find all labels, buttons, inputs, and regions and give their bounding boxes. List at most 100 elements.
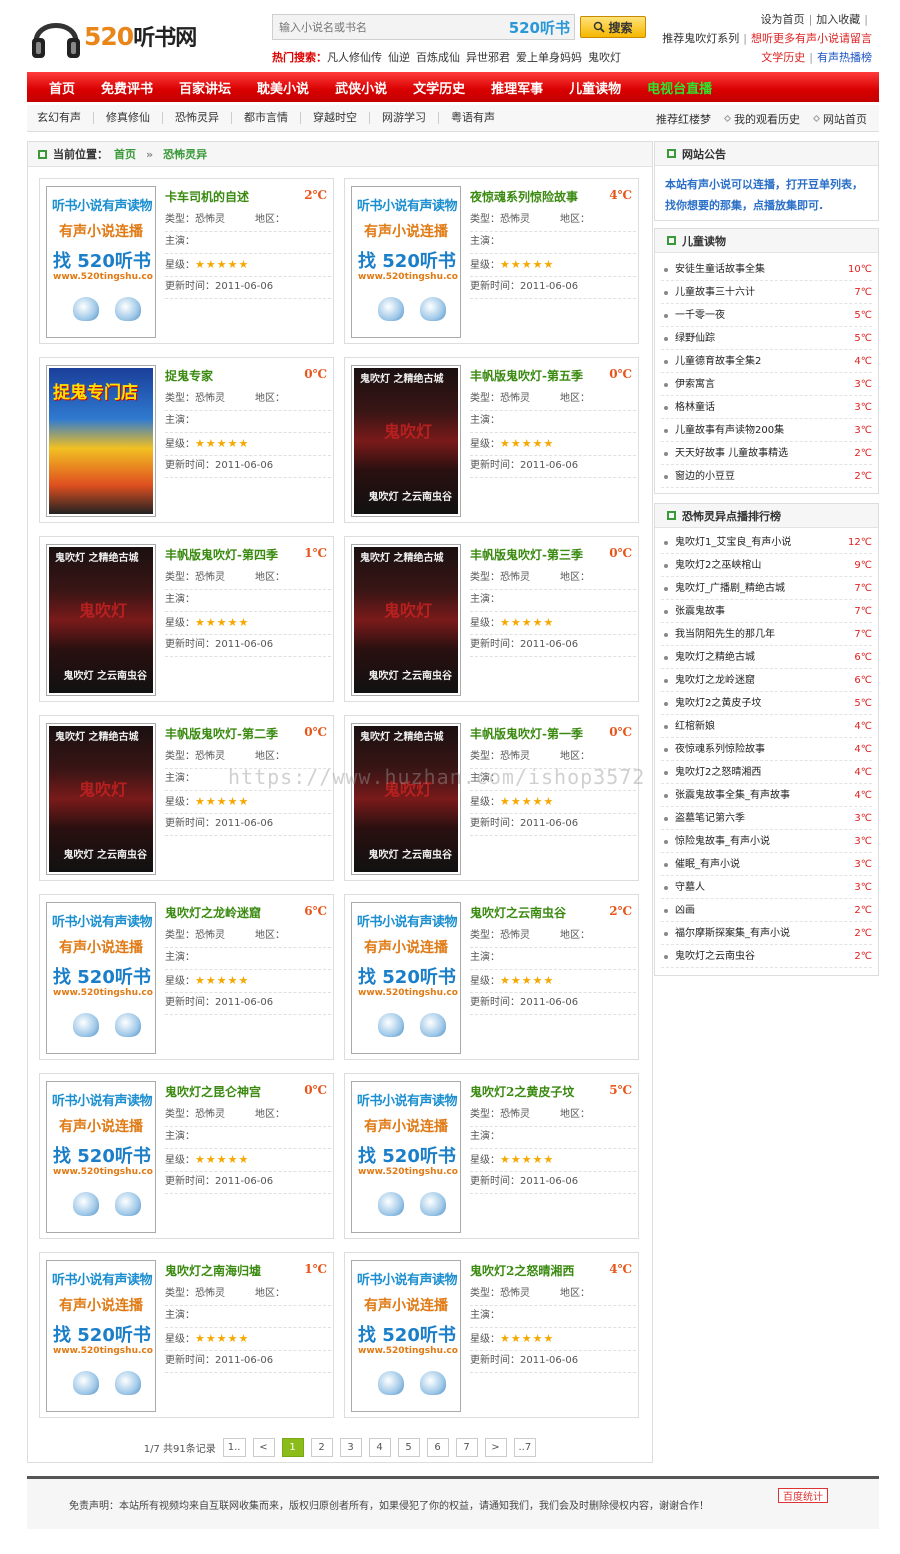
subnav-item[interactable]: 玄幻有声 [27, 112, 94, 124]
item-cover[interactable]: 鬼吹灯 之精绝古城 鬼吹灯 鬼吹灯 之云南虫谷 [46, 544, 156, 696]
sidebar-list-item[interactable]: 张震鬼故事 7℃ [661, 600, 872, 623]
item-title[interactable]: 鬼吹灯之昆仑神宫 [165, 1083, 261, 1100]
item-cover[interactable]: 鬼吹灯 之精绝古城 鬼吹灯 鬼吹灯 之云南虫谷 [351, 723, 461, 875]
set-home-link[interactable]: 设为首页 [761, 13, 805, 26]
pager-page[interactable]: 5 [397, 1437, 420, 1457]
sidebar-list-item[interactable]: 儿童德育故事全集2 4℃ [661, 350, 872, 373]
hot-keyword[interactable]: 爱上单身妈妈 [516, 51, 582, 64]
subnav-item[interactable]: 粤语有声 [439, 112, 507, 124]
sidebar-list-item[interactable]: 鬼吹灯2之怒晴湘西 4℃ [661, 761, 872, 784]
hot-keyword[interactable]: 异世邪君 [466, 51, 510, 64]
item-card[interactable]: 鬼吹灯 之精绝古城 鬼吹灯 鬼吹灯 之云南虫谷 丰帆版鬼吹灯-第二季 0℃ 类型：恐怖灵地… [39, 715, 334, 881]
item-cover[interactable]: 捉鬼专门店 [46, 365, 156, 517]
favorite-link[interactable]: 加入收藏 [816, 13, 860, 26]
item-card[interactable]: 鬼吹灯 之精绝古城 鬼吹灯 鬼吹灯 之云南虫谷 丰帆版鬼吹灯-第三季 0℃ 类型：恐怖灵地… [344, 536, 639, 702]
item-title[interactable]: 丰帆版鬼吹灯-第一季 [470, 725, 583, 742]
history-link[interactable]: 文学历史 [761, 51, 805, 64]
subnav-item[interactable]: 网游学习 [370, 112, 439, 124]
nav-item[interactable]: 免费评书 [87, 78, 165, 97]
sidebar-list-item[interactable]: 鬼吹灯2之巫峡棺山 9℃ [661, 554, 872, 577]
hot-keyword[interactable]: 仙逆 [388, 51, 410, 64]
pager-last[interactable]: ..7 [513, 1437, 537, 1457]
item-cover[interactable]: 鬼吹灯 之精绝古城 鬼吹灯 鬼吹灯 之云南虫谷 [351, 544, 461, 696]
sidebar-list-item[interactable]: 福尔摩斯探案集_有声小说 2℃ [661, 922, 872, 945]
item-card[interactable]: 听书小说有声读物 有声小说连播找 520听书 www.520tingshu.com 鬼… [39, 1073, 334, 1239]
item-title[interactable]: 鬼吹灯2之怒晴湘西 [470, 1262, 574, 1279]
pager-page[interactable]: 7 [455, 1437, 478, 1457]
subnav-item[interactable]: 修真修仙 [94, 112, 163, 124]
sidebar-list-item[interactable]: 红棺新娘 4℃ [661, 715, 872, 738]
breadcrumb-home[interactable]: 首页 [114, 146, 136, 162]
sidebar-list-item[interactable]: 催眠_有声小说 3℃ [661, 853, 872, 876]
nav-item[interactable]: 电视台直播 [633, 78, 724, 97]
search-input[interactable] [273, 15, 503, 39]
site-logo[interactable]: 520听书网 [28, 6, 203, 64]
item-title[interactable]: 鬼吹灯之龙岭迷窟 [165, 904, 261, 921]
item-title[interactable]: 丰帆版鬼吹灯-第四季 [165, 546, 278, 563]
item-cover[interactable]: 鬼吹灯 之精绝古城 鬼吹灯 鬼吹灯 之云南虫谷 [46, 723, 156, 875]
hot-keyword[interactable]: 百炼成仙 [416, 51, 460, 64]
pager-page[interactable]: 3 [339, 1437, 362, 1457]
recommend-link[interactable]: 推荐鬼吹灯系列 [662, 32, 739, 45]
sidebar-list-item[interactable]: 窗边的小豆豆 2℃ [661, 465, 872, 488]
sidebar-list-item[interactable]: 鬼吹灯之云南虫谷 2℃ [661, 945, 872, 968]
subnav-right-link[interactable]: 我的观看历史 [723, 111, 800, 127]
nav-item[interactable]: 文学历史 [399, 78, 477, 97]
sidebar-list-item[interactable]: 鬼吹灯之龙岭迷窟 6℃ [661, 669, 872, 692]
item-card[interactable]: 听书小说有声读物 有声小说连播找 520听书 www.520tingshu.com 鬼… [344, 1073, 639, 1239]
subnav-item[interactable]: 穿越时空 [301, 112, 370, 124]
sidebar-list-item[interactable]: 伊索寓言 3℃ [661, 373, 872, 396]
pager-page[interactable]: 6 [426, 1437, 449, 1457]
item-cover[interactable]: 听书小说有声读物 有声小说连播找 520听书 www.520tingshu.com [351, 1260, 461, 1412]
sidebar-list-item[interactable]: 鬼吹灯1_艾宝良_有声小说 12℃ [661, 531, 872, 554]
sidebar-list-item[interactable]: 一千零一夜 5℃ [661, 304, 872, 327]
sidebar-list-item[interactable]: 绿野仙踪 5℃ [661, 327, 872, 350]
item-cover[interactable]: 鬼吹灯 之精绝古城 鬼吹灯 鬼吹灯 之云南虫谷 [351, 365, 461, 517]
nav-item[interactable]: 耽美小说 [243, 78, 321, 97]
hot-drama-link[interactable]: 有声热播榜 [817, 51, 872, 64]
sidebar-list-item[interactable]: 儿童故事三十六计 7℃ [661, 281, 872, 304]
sidebar-list-item[interactable]: 鬼吹灯2之黄皮子坟 5℃ [661, 692, 872, 715]
item-card[interactable]: 鬼吹灯 之精绝古城 鬼吹灯 鬼吹灯 之云南虫谷 丰帆版鬼吹灯-第一季 0℃ 类型：恐怖灵地… [344, 715, 639, 881]
item-card[interactable]: 捉鬼专门店 捉鬼专家 0℃ 类型：恐怖灵 地区： 主演： 星级：★★★★★ 更新时间：2011… [39, 357, 334, 523]
hot-keyword[interactable]: 凡人修仙传 [327, 51, 382, 64]
subnav-item[interactable]: 恐怖灵异 [163, 112, 232, 124]
item-cover[interactable]: 听书小说有声读物 有声小说连播找 520听书 www.520tingshu.com [46, 1260, 156, 1412]
sidebar-list-item[interactable]: 夜惊魂系列惊险故事 4℃ [661, 738, 872, 761]
item-title[interactable]: 鬼吹灯之南海归墟 [165, 1262, 261, 1279]
nav-item[interactable]: 首页 [35, 78, 87, 97]
sidebar-list-item[interactable]: 鬼吹灯_广播剧_精绝古城 7℃ [661, 577, 872, 600]
request-link[interactable]: 想听更多有声小说请留言 [751, 32, 872, 45]
sidebar-list-item[interactable]: 格林童话 3℃ [661, 396, 872, 419]
sidebar-list-item[interactable]: 盗墓笔记第六季 3℃ [661, 807, 872, 830]
sidebar-list-item[interactable]: 守墓人 3℃ [661, 876, 872, 899]
sidebar-list-item[interactable]: 鬼吹灯之精绝古城 6℃ [661, 646, 872, 669]
item-title[interactable]: 捉鬼专家 [165, 367, 213, 384]
breadcrumb-current[interactable]: 恐怖灵异 [163, 146, 207, 162]
item-cover[interactable]: 听书小说有声读物 有声小说连播找 520听书 www.520tingshu.com [351, 186, 461, 338]
item-card[interactable]: 听书小说有声读物 有声小说连播找 520听书 www.520tingshu.com 卡… [39, 178, 334, 344]
item-title[interactable]: 鬼吹灯2之黄皮子坟 [470, 1083, 574, 1100]
stat-badge[interactable]: 百度统计 [778, 1488, 828, 1503]
item-title[interactable]: 夜惊魂系列惊险故事 [470, 188, 578, 205]
nav-item[interactable]: 儿童读物 [555, 78, 633, 97]
pager-page[interactable]: 1 [281, 1437, 304, 1457]
subnav-item[interactable]: 都市言情 [232, 112, 301, 124]
nav-item[interactable]: 武侠小说 [321, 78, 399, 97]
item-title[interactable]: 卡车司机的自述 [165, 188, 249, 205]
item-card[interactable]: 听书小说有声读物 有声小说连播找 520听书 www.520tingshu.com 鬼… [344, 894, 639, 1060]
sidebar-list-item[interactable]: 我当阴阳先生的那几年 7℃ [661, 623, 872, 646]
nav-item[interactable]: 推理军事 [477, 78, 555, 97]
item-title[interactable]: 丰帆版鬼吹灯-第三季 [470, 546, 583, 563]
item-card[interactable]: 听书小说有声读物 有声小说连播找 520听书 www.520tingshu.com 鬼… [39, 1252, 334, 1418]
item-card[interactable]: 听书小说有声读物 有声小说连播找 520听书 www.520tingshu.com 鬼… [344, 1252, 639, 1418]
sidebar-list-item[interactable]: 张震鬼故事全集_有声故事 4℃ [661, 784, 872, 807]
item-title[interactable]: 丰帆版鬼吹灯-第二季 [165, 725, 278, 742]
item-cover[interactable]: 听书小说有声读物 有声小说连播找 520听书 www.520tingshu.com [46, 1081, 156, 1233]
pager-prev[interactable]: < [252, 1437, 275, 1457]
item-title[interactable]: 鬼吹灯之云南虫谷 [470, 904, 566, 921]
item-card[interactable]: 鬼吹灯 之精绝古城 鬼吹灯 鬼吹灯 之云南虫谷 丰帆版鬼吹灯-第四季 1℃ 类型：恐怖灵地… [39, 536, 334, 702]
item-cover[interactable]: 听书小说有声读物 有声小说连播找 520听书 www.520tingshu.com [351, 1081, 461, 1233]
sidebar-list-item[interactable]: 儿童故事有声读物200集 3℃ [661, 419, 872, 442]
pager-page[interactable]: 4 [368, 1437, 391, 1457]
